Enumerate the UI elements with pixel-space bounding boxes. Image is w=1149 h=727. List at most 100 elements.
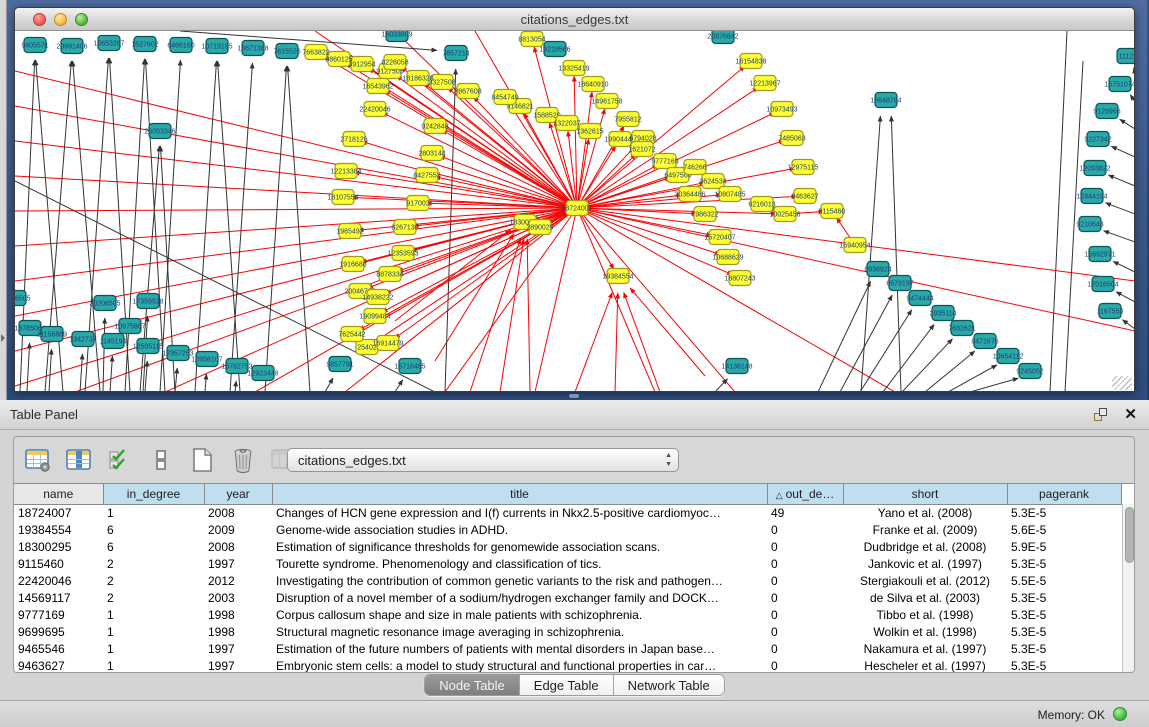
graph-node[interactable]: 15716485 <box>394 359 425 374</box>
graph-node[interactable]: 6216013 <box>748 197 775 212</box>
graph-node[interactable]: 917003 <box>406 196 429 211</box>
graph-edge[interactable] <box>883 324 934 392</box>
graph-node[interactable]: 19099484 <box>359 309 390 324</box>
graph-edge[interactable] <box>575 292 612 392</box>
graph-edge[interactable] <box>1120 119 1135 129</box>
table-row[interactable]: 911546021997Tourette syndrome. Phenomeno… <box>14 555 1121 572</box>
graph-node[interactable]: 6466160 <box>167 38 194 53</box>
graph-edge[interactable] <box>1134 68 1135 74</box>
graph-node[interactable]: 10688629 <box>712 250 743 265</box>
new-table-icon[interactable] <box>188 446 216 474</box>
graph-edge[interactable] <box>970 378 1018 392</box>
graph-node[interactable]: 14961758 <box>591 94 622 109</box>
graph-edge[interactable] <box>1122 320 1135 329</box>
graph-edge[interactable] <box>325 378 333 392</box>
graph-node[interactable]: 17957253 <box>162 346 193 361</box>
graph-node[interactable]: 7485063 <box>778 131 805 146</box>
graph-edge[interactable] <box>535 208 577 392</box>
graph-node[interactable]: 12213384 <box>330 164 361 179</box>
graph-node[interactable]: 19384554 <box>602 269 633 284</box>
graph-node[interactable]: 13325419 <box>558 61 589 76</box>
graph-edge[interactable] <box>1116 292 1135 302</box>
graph-edge[interactable] <box>840 295 892 392</box>
graph-node[interactable]: 7857214 <box>442 46 469 61</box>
graph-node[interactable]: 20364486 <box>674 187 705 202</box>
graph-edge[interactable] <box>15 208 577 211</box>
delete-attribute-icon[interactable] <box>229 446 257 474</box>
graph-edge[interactable] <box>1104 231 1135 242</box>
graph-edge[interactable] <box>288 66 310 392</box>
graph-edge[interactable] <box>110 356 112 392</box>
column-header-year[interactable]: year <box>204 484 272 504</box>
close-panel-icon[interactable]: ✕ <box>1124 405 1137 423</box>
graph-edge[interactable] <box>527 239 530 392</box>
graph-node[interactable]: 10975887 <box>114 319 145 334</box>
graph-node[interactable]: 8938924 <box>864 262 891 277</box>
graph-node[interactable]: 16033809 <box>381 31 412 42</box>
graph-node[interactable]: 9245052 <box>1016 364 1043 379</box>
graph-node[interactable]: 18724007 <box>561 201 592 216</box>
graph-edge[interactable] <box>577 92 592 208</box>
graph-node[interactable]: 22420046 <box>359 102 390 117</box>
graph-node[interactable]: 10807485 <box>714 187 745 202</box>
graph-edge[interactable] <box>1108 175 1135 186</box>
column-header-name[interactable]: name <box>14 484 103 504</box>
graph-node[interactable]: 9857791 <box>326 357 353 372</box>
graph-node[interactable]: 1362615 <box>576 124 603 139</box>
network-canvas[interactable]: 9405571206914061065328715276026466160107… <box>15 31 1135 392</box>
graph-node[interactable]: 7625442 <box>338 327 365 342</box>
graph-node[interactable]: 7955812 <box>614 112 641 127</box>
memory-ok-indicator[interactable] <box>1113 707 1127 721</box>
graph-node[interactable]: 8813054 <box>518 32 545 47</box>
graph-node[interactable]: 10719195 <box>201 39 232 54</box>
column-header-out_degree[interactable]: △out_de… <box>767 484 843 504</box>
graph-node[interactable]: 10653287 <box>93 36 124 51</box>
graph-edge[interactable] <box>382 113 577 208</box>
graph-edge[interactable] <box>1130 95 1135 102</box>
graph-node[interactable]: 6679197 <box>886 276 913 291</box>
left-splitter-strip[interactable] <box>0 0 7 400</box>
graph-edge[interactable] <box>891 116 901 392</box>
table-row[interactable]: 946554611997Estimation of the future num… <box>14 640 1121 657</box>
graph-node[interactable]: 2803144 <box>418 146 445 161</box>
graph-node[interactable]: 12093822 <box>1079 161 1110 176</box>
tab-edge-table[interactable]: Edge Table <box>520 675 614 695</box>
graph-node[interactable]: 1145194 <box>100 334 127 349</box>
graph-node[interactable]: 1965492 <box>336 224 363 239</box>
scrollbar-thumb[interactable] <box>1125 507 1134 563</box>
table-row[interactable]: 969969511998Structural magnetic resonanc… <box>14 623 1121 640</box>
graph-node[interactable]: 11123 <box>1117 49 1135 64</box>
graph-node[interactable]: 8427552 <box>413 168 440 183</box>
column-header-title[interactable]: title <box>272 484 767 504</box>
graph-edge[interactable] <box>818 281 871 392</box>
graph-node[interactable]: 14938222 <box>362 290 393 305</box>
graph-node[interactable]: 12975115 <box>788 160 819 175</box>
graph-node[interactable]: 16154838 <box>735 54 766 69</box>
graph-node[interactable]: 14136148 <box>721 359 752 374</box>
graph-node[interactable]: 10654112 <box>993 349 1024 364</box>
graph-node[interactable]: 9210643 <box>1076 217 1103 232</box>
graph-node[interactable]: 16543962 <box>362 79 393 94</box>
table-row[interactable]: 1456911722003Disruption of a novel membe… <box>14 589 1121 606</box>
graph-edge[interactable] <box>49 349 52 392</box>
graph-node[interactable]: 8454749 <box>491 90 518 105</box>
graph-edge[interactable] <box>218 61 240 392</box>
graph-node[interactable]: 12213967 <box>749 76 780 91</box>
graph-node[interactable]: 15751074 <box>1104 77 1135 92</box>
tab-network-table[interactable]: Network Table <box>614 675 724 695</box>
graph-node[interactable]: 17016504 <box>1087 277 1118 292</box>
graph-edge[interactable] <box>395 380 403 392</box>
table-row[interactable]: 2242004622012Investigating the contribut… <box>14 572 1121 589</box>
table-row[interactable]: 977716911998Corpus callosum shape and si… <box>14 606 1121 623</box>
graph-edge[interactable] <box>925 351 975 392</box>
graph-edge[interactable] <box>948 365 997 392</box>
graph-node[interactable]: 8471676 <box>971 334 998 349</box>
column-settings-icon[interactable] <box>24 446 52 474</box>
graph-node[interactable]: 8226058 <box>381 55 408 70</box>
citation-graph[interactable]: 9405571206914061065328715276026466160107… <box>15 31 1135 392</box>
column-header-short[interactable]: short <box>843 484 1007 504</box>
graph-node[interactable]: 7632621 <box>948 321 975 336</box>
splitter-grip[interactable] <box>569 394 579 398</box>
row-options-icon[interactable] <box>147 446 175 474</box>
show-columns-icon[interactable] <box>65 446 93 474</box>
